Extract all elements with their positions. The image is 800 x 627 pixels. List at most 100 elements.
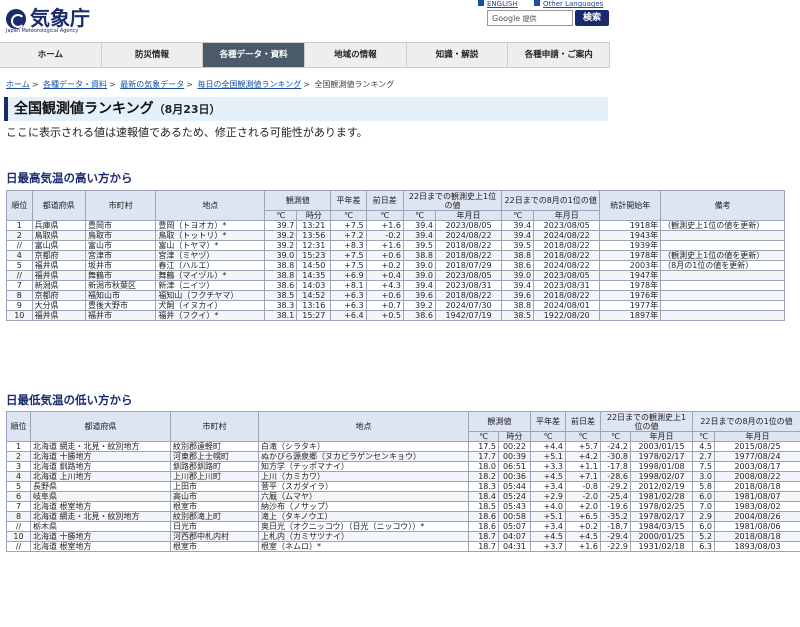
unit-c: ℃ (565, 431, 601, 442)
cell-normal-diff: +5.1 (530, 511, 566, 522)
cell-pref: 福井県 (31, 270, 86, 281)
cell-pref: 北海道 根室地方 (30, 541, 171, 552)
cell-record-value: 38.8 (402, 250, 436, 261)
table-row: 10 北海道 十勝地方 河西郡中札内村 上札内（カミサツナイ） 18.7 04:07 +4.… (6, 531, 800, 542)
cell-value: 39.2 (264, 230, 298, 241)
cell-aug-value: 5.8 (692, 481, 715, 492)
nav-home[interactable]: ホーム (0, 43, 102, 67)
cell-aug-date: 1981/08/06 (713, 521, 800, 532)
cell-record-value: 39.4 (402, 280, 436, 291)
cell-remarks (660, 310, 785, 321)
table-row: 6 岐阜県 高山市 六厩（ムマヤ） 18.4 05:24 +2.9 -2.0 -25.4 1981… (6, 491, 800, 502)
jma-logo-icon (6, 8, 26, 29)
cell-prev-diff: +1.6 (365, 240, 404, 251)
cell-record-value: -18.7 (600, 521, 631, 532)
breadcrumb-link[interactable]: ホーム (6, 80, 30, 89)
cell-record-date: 1998/02/07 (630, 471, 693, 482)
nav-applications[interactable]: 各種申請・ご案内 (508, 43, 611, 67)
table-row: //北海道 根室地方 根室市 根室（ネムロ）* 18.7 04:31 +3.7 +1.6 -2… (6, 541, 800, 552)
link-other-languages[interactable]: Other Languages (543, 0, 603, 8)
link-english[interactable]: ENGLISH (487, 0, 518, 8)
cell-city: 河西郡中札内村 (170, 531, 259, 542)
cell-prev-diff: +0.4 (365, 270, 404, 281)
cell-aug-date: 1922/08/20 (533, 310, 601, 321)
cell-city: 豊後大野市 (84, 300, 157, 311)
unit-date: 年月日 (713, 431, 800, 442)
cell-time: 04:31 (498, 541, 531, 552)
cell-record-value: 39.5 (402, 240, 436, 251)
cell-city: 上田市 (170, 481, 259, 492)
breadcrumb-link[interactable]: 毎日の全国観測値ランキング (198, 80, 302, 89)
cell-normal-diff: +3.4 (530, 481, 566, 492)
breadcrumb-link[interactable]: 各種データ・資料 (43, 80, 107, 89)
unit-c: ℃ (402, 210, 436, 221)
cell-record-date: 1931/02/18 (630, 541, 693, 552)
nav-disaster-info[interactable]: 防災情報 (102, 43, 204, 67)
cell-record-value: -28.6 (600, 471, 631, 482)
cell-normal-diff: +6.3 (330, 300, 367, 311)
cell-record-date: 2018/08/22 (434, 250, 503, 261)
cell-time: 00:39 (498, 451, 531, 462)
search-input[interactable]: Google 提供 (487, 10, 573, 26)
col-prev-diff: 前日差 (565, 411, 601, 432)
cell-aug-value: 6.0 (692, 521, 715, 532)
breadcrumb-link[interactable]: 最新の気象データ (120, 80, 184, 89)
cell-station: 福知山（フクチヤマ） (155, 290, 266, 301)
table-row: //福井県 舞鶴市 舞鶴（マイヅル）* 38.8 14:35 +6.9 +0.4 39.0 20… (6, 270, 785, 281)
cell-record-value: -22.9 (600, 541, 631, 552)
cell-start-year: 1978年 (599, 250, 662, 261)
unit-date: 年月日 (434, 210, 503, 221)
cell-normal-diff: +6.9 (330, 270, 367, 281)
cell-record-value: 39.2 (402, 300, 436, 311)
table-row: 7 新潟県 新潟市秋葉区 新津（ニイツ） 38.6 14:03 +8.1 +4.3 39.4 20… (6, 280, 785, 291)
col-station: 地点 (258, 411, 469, 442)
cell-normal-diff: +7.5 (330, 220, 367, 231)
cell-time: 00:22 (498, 441, 531, 452)
cell-aug-date: 2018/08/22 (533, 290, 601, 301)
cell-prev-diff: -2.0 (565, 491, 601, 502)
cell-record-value: -17.8 (600, 461, 631, 472)
cell-rank: 3 (6, 461, 31, 472)
unit-c: ℃ (468, 431, 499, 442)
cell-record-date: 1978/02/17 (630, 451, 693, 462)
cell-value: 38.3 (264, 300, 298, 311)
unit-time: 時分 (296, 210, 332, 221)
cell-normal-diff: +5.1 (530, 451, 566, 462)
table-row: 7 北海道 根室地方 根室市 納沙布（ノサップ） 18.5 05:43 +4.0 +2.0 -1… (6, 501, 800, 512)
cell-rank: 6 (6, 491, 31, 502)
cell-rank: 8 (6, 511, 31, 522)
cell-value: 17.7 (468, 451, 499, 462)
cell-city: 豊岡市 (84, 220, 157, 231)
cell-rank: 9 (6, 300, 33, 311)
cell-time: 13:16 (296, 300, 332, 311)
table-row: //栃木県 日光市 奥日光（オクニッコウ）（日光（ニッコウ））* 18.6 05:07 +… (6, 521, 800, 532)
logo-subtitle: Japan Meteorological Agency (6, 28, 79, 34)
cell-time: 12:31 (296, 240, 332, 251)
search-button[interactable]: 検索 (575, 10, 609, 26)
table-row: 9 大分県 豊後大野市 犬飼（イヌカイ） 38.3 13:16 +6.3 +0.7 39.2 20… (6, 300, 785, 311)
cell-value: 38.8 (264, 260, 298, 271)
cell-aug-date: 2023/08/05 (533, 220, 601, 231)
site-logo[interactable]: 気象庁 (6, 0, 90, 31)
cell-record-value: -35.2 (600, 511, 631, 522)
cell-record-value: 39.4 (402, 220, 436, 231)
unit-c: ℃ (600, 431, 631, 442)
nav-regional[interactable]: 地域の情報 (305, 43, 407, 67)
cell-time: 05:43 (498, 501, 531, 512)
unit-date: 年月日 (630, 431, 693, 442)
cell-station: 上川（カミカワ） (258, 471, 469, 482)
nav-knowledge[interactable]: 知識・解説 (407, 43, 509, 67)
cell-time: 05:44 (498, 481, 531, 492)
page-date: （8月23日） (153, 103, 221, 116)
unit-c: ℃ (330, 210, 367, 221)
cell-aug-value: 2.9 (692, 511, 715, 522)
cell-rank: 4 (6, 471, 31, 482)
nav-data[interactable]: 各種データ・資料 (203, 43, 306, 67)
col-record-all: 22日までの観測史上1位の値 (600, 411, 693, 432)
table-row: 1 兵庫県 豊岡市 豊岡（トヨオカ）* 39.7 13:21 +7.5 +1.6 39.4 202… (6, 220, 785, 231)
cell-prev-diff: +4.5 (565, 531, 601, 542)
cell-remarks (660, 300, 785, 311)
col-remarks: 備考 (660, 190, 785, 221)
cell-rank: 4 (6, 250, 33, 261)
cell-pref: 北海道 上川地方 (30, 471, 171, 482)
